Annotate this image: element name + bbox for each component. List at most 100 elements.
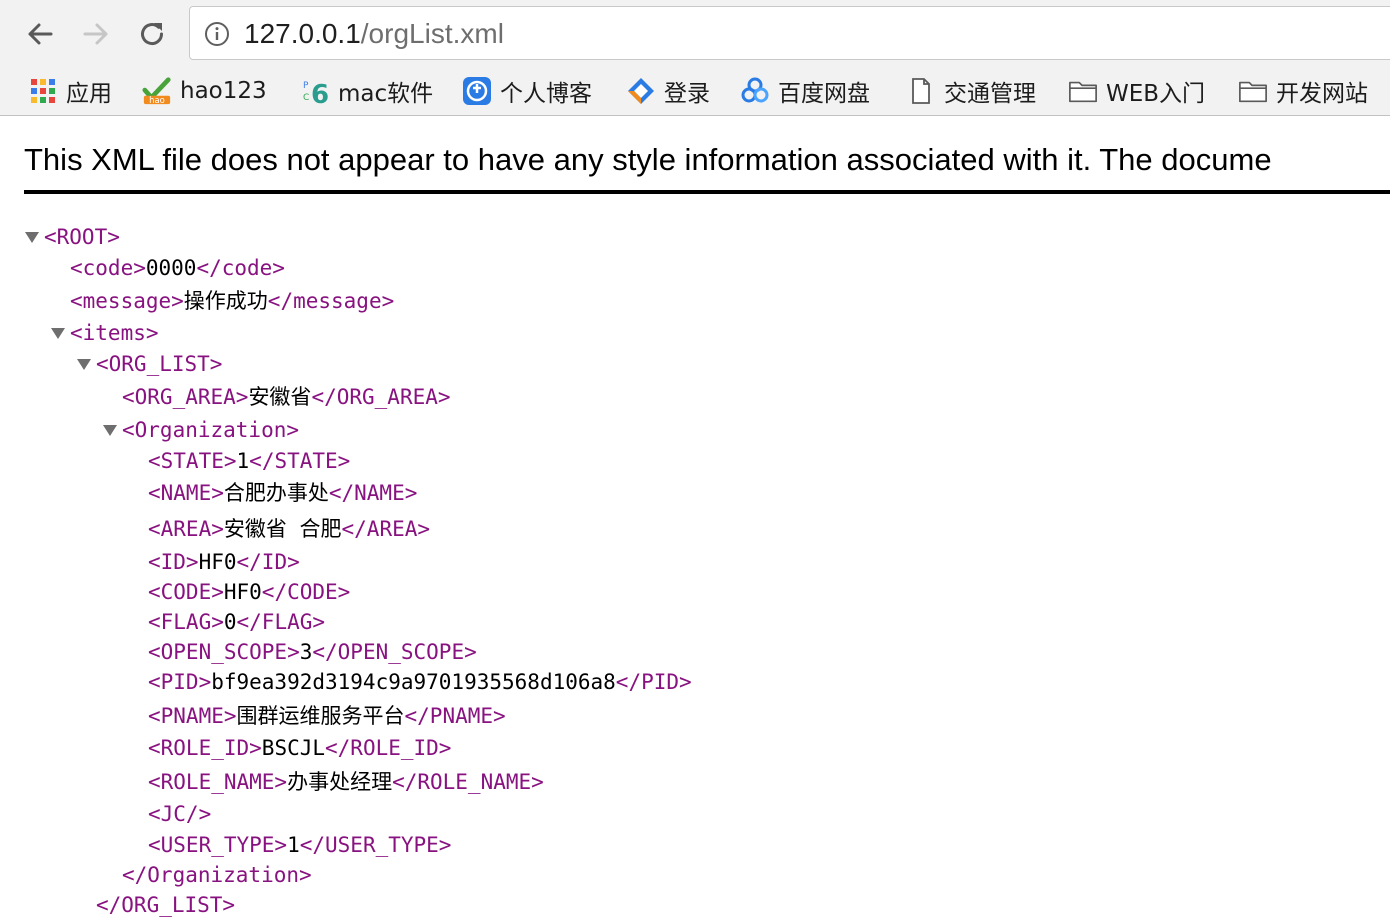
xml-line: <OPEN_SCOPE>3</OPEN_SCOPE> — [148, 637, 477, 667]
xml-text-value: HF0 — [223, 580, 262, 604]
xml-open-tag: <ID> — [148, 550, 199, 574]
xml-text-value: 0 — [223, 610, 237, 634]
xml-close-tag: </AREA> — [341, 517, 431, 541]
xml-line: <ORG_AREA>安徽省</ORG_AREA> — [122, 382, 451, 412]
xml-text-value: BSCJL — [261, 736, 326, 760]
bookmark-login[interactable]: 登录 — [626, 74, 710, 108]
login-icon — [626, 76, 656, 106]
collapse-triangle-icon[interactable] — [77, 359, 91, 370]
xml-line: <USER_TYPE>1</USER_TYPE> — [148, 830, 451, 860]
xml-open-tag: <AREA> — [148, 517, 224, 541]
xml-line: <items> — [51, 318, 159, 348]
xml-line: <Organization> — [103, 415, 300, 445]
address-bar[interactable]: 127.0.0.1/orgList.xml — [189, 6, 1390, 60]
forward-button[interactable] — [78, 16, 114, 52]
xml-text-value: bf9ea392d3194c9a9701935568d106a8 — [211, 670, 616, 694]
back-button[interactable] — [22, 16, 58, 52]
bookmark-label: mac软件 — [338, 81, 434, 107]
url-host: 127.0.0.1 — [244, 18, 361, 49]
xml-line: <PNAME>围群运维服务平台</PNAME> — [148, 701, 506, 731]
collapse-triangle-icon[interactable] — [25, 232, 39, 243]
xml-close-tag: </ORG_AREA> — [311, 385, 451, 409]
xml-text-value: 1 — [287, 833, 300, 857]
bookmarks-bar: 应用 hao hao123 P C 6 mac软件 个人博客 登录 百度网盘 交… — [0, 66, 1390, 116]
xml-text-value: 1 — [236, 449, 250, 473]
xml-text-value: 安徽省 — [248, 385, 312, 409]
xml-line: <AREA>安徽省 合肥</AREA> — [148, 514, 430, 544]
arrow-right-icon — [81, 19, 111, 49]
bookmark-hao123[interactable]: hao hao123 — [142, 74, 267, 108]
xml-close-tag: </message> — [267, 289, 395, 313]
xml-open-tag: </ORG_LIST> — [96, 893, 236, 917]
bookmark-apps[interactable]: 应用 — [28, 74, 112, 108]
xml-open-tag: <CODE> — [148, 580, 224, 604]
url-path: /orgList.xml — [360, 18, 504, 49]
xml-open-tag: </Organization> — [122, 863, 312, 887]
hao123-icon: hao — [142, 76, 172, 106]
svg-text:hao: hao — [149, 95, 165, 105]
folder-icon — [1238, 76, 1268, 106]
xml-open-tag: <PNAME> — [148, 704, 237, 728]
info-circle-icon[interactable] — [204, 21, 230, 47]
xml-line: <ROOT> — [25, 222, 120, 252]
blog-icon — [462, 76, 492, 106]
xml-close-tag: </ID> — [236, 550, 300, 574]
reload-icon — [137, 19, 167, 49]
bookmark-traffic-management[interactable]: 交通管理 — [906, 74, 1036, 108]
xml-text-value: 合肥办事处 — [223, 481, 329, 505]
xml-close-tag: </USER_TYPE> — [299, 833, 452, 857]
xml-text-value: 操作成功 — [183, 289, 268, 313]
collapse-triangle-icon[interactable] — [103, 425, 117, 436]
document-icon — [906, 76, 936, 106]
bookmark-web-intro-folder[interactable]: WEB入门 — [1068, 74, 1205, 108]
xml-text-value: 安徽省 合肥 — [223, 517, 342, 541]
arrow-left-icon — [25, 19, 55, 49]
xml-close-tag: </CODE> — [261, 580, 351, 604]
xml-line: <JC/> — [148, 799, 211, 829]
xml-line: <ID>HF0</ID> — [148, 547, 300, 577]
xml-open-tag: <ORG_AREA> — [122, 385, 249, 409]
xml-text-value: 3 — [299, 640, 313, 664]
xml-open-tag: <message> — [70, 289, 184, 313]
xml-open-tag: <ORG_LIST> — [96, 352, 223, 376]
xml-open-tag: <ROOT> — [44, 225, 120, 249]
xml-open-tag: <items> — [70, 321, 159, 345]
xml-text-value: HF0 — [198, 550, 237, 574]
bookmark-blog[interactable]: 个人博客 — [462, 74, 592, 108]
xml-line: <NAME>合肥办事处</NAME> — [148, 478, 417, 508]
xml-open-tag: <code> — [70, 256, 146, 280]
xml-open-tag: <Organization> — [122, 418, 300, 442]
reload-button[interactable] — [134, 16, 170, 52]
bookmark-baidu-pan[interactable]: 百度网盘 — [740, 74, 870, 108]
bookmark-label: WEB入门 — [1106, 81, 1206, 107]
xml-text-value: 办事处经理 — [287, 770, 393, 794]
xml-close-tag: </code> — [196, 256, 285, 280]
xml-line: <code>0000</code> — [70, 253, 285, 283]
xml-line: <STATE>1</STATE> — [148, 446, 350, 476]
bookmark-dev-sites-folder[interactable]: 开发网站 — [1238, 74, 1368, 108]
svg-text:C: C — [303, 93, 309, 103]
url-text[interactable]: 127.0.0.1/orgList.xml — [244, 17, 504, 51]
mac-software-icon: P C 6 — [300, 76, 330, 106]
xml-line: <CODE>HF0</CODE> — [148, 577, 350, 607]
bookmark-label: 百度网盘 — [778, 81, 870, 107]
xml-line: </Organization> — [122, 860, 312, 890]
xml-close-tag: </PNAME> — [404, 704, 506, 728]
xml-line: <ORG_LIST> — [77, 349, 223, 379]
svg-text:6: 6 — [311, 80, 329, 106]
xml-style-notice: This XML file does not appear to have an… — [24, 138, 1390, 194]
xml-open-tag: <OPEN_SCOPE> — [148, 640, 300, 664]
xml-line: </ORG_LIST> — [96, 890, 235, 920]
xml-open-tag: <JC/> — [148, 802, 212, 826]
bookmark-label: 个人博客 — [500, 81, 592, 107]
xml-close-tag: </FLAG> — [236, 610, 326, 634]
xml-open-tag: <USER_TYPE> — [148, 833, 288, 857]
xml-close-tag: </NAME> — [328, 481, 418, 505]
xml-line: <ROLE_ID>BSCJL</ROLE_ID> — [148, 733, 451, 763]
xml-open-tag: <PID> — [148, 670, 212, 694]
collapse-triangle-icon[interactable] — [51, 328, 65, 339]
bookmark-label: 开发网站 — [1276, 81, 1368, 107]
folder-icon — [1068, 76, 1098, 106]
xml-line: <ROLE_NAME>办事处经理</ROLE_NAME> — [148, 767, 544, 797]
bookmark-mac-software[interactable]: P C 6 mac软件 — [300, 74, 433, 108]
